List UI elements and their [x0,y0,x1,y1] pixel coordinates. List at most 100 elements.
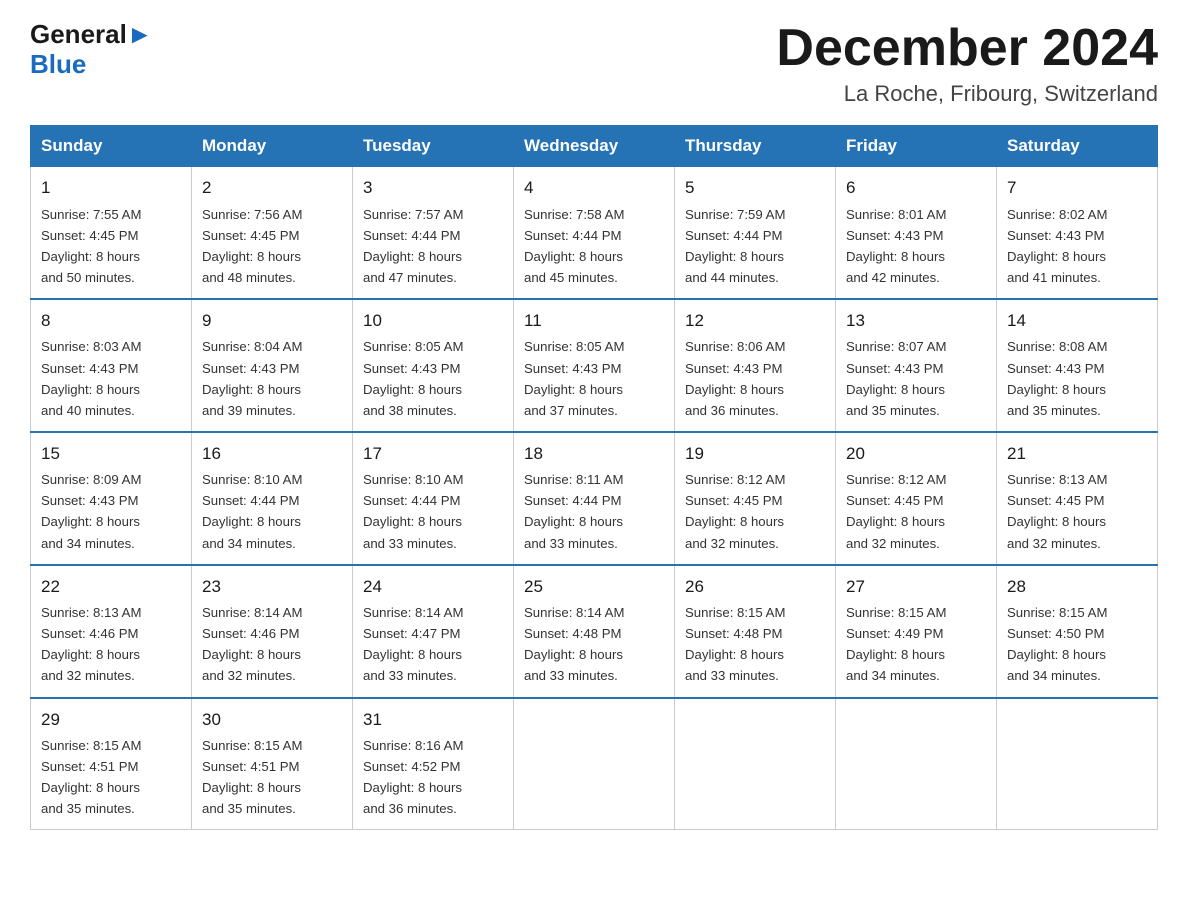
day-number: 3 [363,175,503,201]
week-row-4: 22Sunrise: 8:13 AMSunset: 4:46 PMDayligh… [31,565,1158,698]
day-info: Sunrise: 8:05 AMSunset: 4:43 PMDaylight:… [363,336,503,421]
day-number: 21 [1007,441,1147,467]
header-row: SundayMondayTuesdayWednesdayThursdayFrid… [31,126,1158,167]
calendar-cell: 19Sunrise: 8:12 AMSunset: 4:45 PMDayligh… [675,432,836,565]
calendar-cell: 5 Sunrise: 7:59 AMSunset: 4:44 PMDaylight… [675,167,836,299]
calendar-cell: 26Sunrise: 8:15 AMSunset: 4:48 PMDayligh… [675,565,836,698]
day-number: 20 [846,441,986,467]
calendar-cell: 29Sunrise: 8:15 AMSunset: 4:51 PMDayligh… [31,698,192,830]
day-number: 29 [41,707,181,733]
day-info: Sunrise: 7:59 AMSunset: 4:44 PMDaylight:… [685,204,825,289]
col-header-saturday: Saturday [997,126,1158,167]
col-header-wednesday: Wednesday [514,126,675,167]
day-number: 27 [846,574,986,600]
calendar-cell: 24Sunrise: 8:14 AMSunset: 4:47 PMDayligh… [353,565,514,698]
day-number: 8 [41,308,181,334]
day-info: Sunrise: 8:10 AMSunset: 4:44 PMDaylight:… [202,469,342,554]
day-number: 15 [41,441,181,467]
calendar-cell: 13Sunrise: 8:07 AMSunset: 4:43 PMDayligh… [836,299,997,432]
day-number: 31 [363,707,503,733]
calendar-table: SundayMondayTuesdayWednesdayThursdayFrid… [30,125,1158,830]
calendar-cell [514,698,675,830]
day-info: Sunrise: 8:12 AMSunset: 4:45 PMDaylight:… [846,469,986,554]
week-row-5: 29 Sunrise: 8:15 AMSunset: 4:51 PMDayligh… [31,698,1158,830]
calendar-cell: 27Sunrise: 8:15 AMSunset: 4:49 PMDayligh… [836,565,997,698]
calendar-cell: 8Sunrise: 8:03 AMSunset: 4:43 PMDaylight… [31,299,192,432]
calendar-cell: 23Sunrise: 8:14 AMSunset: 4:46 PMDayligh… [192,565,353,698]
day-number: 4 [524,175,664,201]
day-number: 16 [202,441,342,467]
day-number: 17 [363,441,503,467]
day-info: Sunrise: 8:11 AMSunset: 4:44 PMDaylight:… [524,469,664,554]
day-number: 5 [685,175,825,201]
calendar-cell: 16Sunrise: 8:10 AMSunset: 4:44 PMDayligh… [192,432,353,565]
day-info: Sunrise: 8:03 AMSunset: 4:43 PMDaylight:… [41,336,181,421]
day-number: 28 [1007,574,1147,600]
day-number: 12 [685,308,825,334]
logo-blue-row: Blue [30,50,86,80]
day-info: Sunrise: 8:15 AMSunset: 4:51 PMDaylight:… [202,735,342,820]
col-header-tuesday: Tuesday [353,126,514,167]
day-number: 22 [41,574,181,600]
calendar-cell: 3 Sunrise: 7:57 AMSunset: 4:44 PMDaylight… [353,167,514,299]
day-number: 10 [363,308,503,334]
calendar-cell [836,698,997,830]
day-info: Sunrise: 8:02 AMSunset: 4:43 PMDaylight:… [1007,204,1147,289]
day-info: Sunrise: 8:14 AMSunset: 4:46 PMDaylight:… [202,602,342,687]
day-number: 7 [1007,175,1147,201]
day-number: 25 [524,574,664,600]
col-header-monday: Monday [192,126,353,167]
day-info: Sunrise: 7:56 AMSunset: 4:45 PMDaylight:… [202,204,342,289]
calendar-cell: 17Sunrise: 8:10 AMSunset: 4:44 PMDayligh… [353,432,514,565]
day-number: 14 [1007,308,1147,334]
day-info: Sunrise: 8:05 AMSunset: 4:43 PMDaylight:… [524,336,664,421]
col-header-friday: Friday [836,126,997,167]
day-number: 9 [202,308,342,334]
day-info: Sunrise: 8:16 AMSunset: 4:52 PMDaylight:… [363,735,503,820]
calendar-cell: 18Sunrise: 8:11 AMSunset: 4:44 PMDayligh… [514,432,675,565]
day-number: 24 [363,574,503,600]
day-info: Sunrise: 8:09 AMSunset: 4:43 PMDaylight:… [41,469,181,554]
calendar-cell: 7 Sunrise: 8:02 AMSunset: 4:43 PMDaylight… [997,167,1158,299]
day-info: Sunrise: 8:15 AMSunset: 4:49 PMDaylight:… [846,602,986,687]
page-header: General► Blue December 2024 La Roche, Fr… [30,20,1158,107]
col-header-thursday: Thursday [675,126,836,167]
calendar-cell [997,698,1158,830]
day-info: Sunrise: 8:07 AMSunset: 4:43 PMDaylight:… [846,336,986,421]
day-info: Sunrise: 8:12 AMSunset: 4:45 PMDaylight:… [685,469,825,554]
col-header-sunday: Sunday [31,126,192,167]
calendar-cell: 31Sunrise: 8:16 AMSunset: 4:52 PMDayligh… [353,698,514,830]
day-number: 18 [524,441,664,467]
day-info: Sunrise: 8:14 AMSunset: 4:48 PMDaylight:… [524,602,664,687]
calendar-body: 1 Sunrise: 7:55 AMSunset: 4:45 PMDaylight… [31,167,1158,830]
day-number: 30 [202,707,342,733]
day-number: 26 [685,574,825,600]
day-number: 6 [846,175,986,201]
calendar-cell: 28Sunrise: 8:15 AMSunset: 4:50 PMDayligh… [997,565,1158,698]
day-info: Sunrise: 8:14 AMSunset: 4:47 PMDaylight:… [363,602,503,687]
logo-blue-text: Blue [30,50,86,80]
calendar-cell: 21Sunrise: 8:13 AMSunset: 4:45 PMDayligh… [997,432,1158,565]
logo-triangle: ► [127,20,153,50]
day-info: Sunrise: 7:57 AMSunset: 4:44 PMDaylight:… [363,204,503,289]
day-info: Sunrise: 8:10 AMSunset: 4:44 PMDaylight:… [363,469,503,554]
calendar-header: SundayMondayTuesdayWednesdayThursdayFrid… [31,126,1158,167]
calendar-cell: 15Sunrise: 8:09 AMSunset: 4:43 PMDayligh… [31,432,192,565]
day-info: Sunrise: 8:15 AMSunset: 4:48 PMDaylight:… [685,602,825,687]
day-number: 23 [202,574,342,600]
calendar-cell: 9Sunrise: 8:04 AMSunset: 4:43 PMDaylight… [192,299,353,432]
title-block: December 2024 La Roche, Fribourg, Switze… [776,20,1158,107]
logo: General► Blue [30,20,153,80]
calendar-cell [675,698,836,830]
day-info: Sunrise: 8:06 AMSunset: 4:43 PMDaylight:… [685,336,825,421]
day-number: 11 [524,308,664,334]
calendar-cell: 30Sunrise: 8:15 AMSunset: 4:51 PMDayligh… [192,698,353,830]
day-number: 1 [41,175,181,201]
day-number: 19 [685,441,825,467]
calendar-cell: 22Sunrise: 8:13 AMSunset: 4:46 PMDayligh… [31,565,192,698]
day-info: Sunrise: 8:13 AMSunset: 4:45 PMDaylight:… [1007,469,1147,554]
day-info: Sunrise: 7:55 AMSunset: 4:45 PMDaylight:… [41,204,181,289]
day-info: Sunrise: 7:58 AMSunset: 4:44 PMDaylight:… [524,204,664,289]
calendar-cell: 10Sunrise: 8:05 AMSunset: 4:43 PMDayligh… [353,299,514,432]
month-title: December 2024 [776,20,1158,77]
